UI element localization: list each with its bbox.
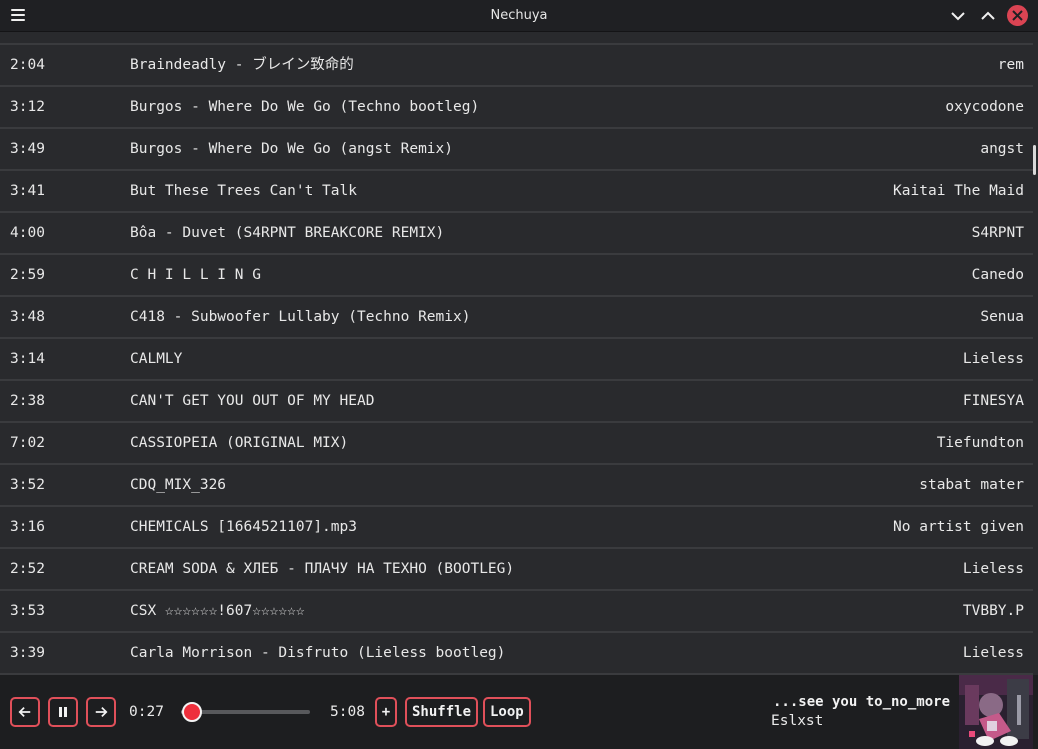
track-title: Burgos - Where Do We Go (Techno bootleg) [130,99,480,115]
track-duration: 7:02 [10,435,45,451]
track-artist: rem [997,57,1024,73]
track-duration: 3:39 [10,645,45,661]
pause-button[interactable] [48,697,78,727]
track-title: CAN'T GET YOU OUT OF MY HEAD [130,393,375,409]
track-artist: Lieless [962,561,1024,577]
track-artist: Lieless [962,351,1024,367]
track-artist: Senua [980,309,1024,325]
track-artist: oxycodone [945,99,1024,115]
window-title: Nechuya [490,8,548,23]
maximize-icon[interactable] [977,5,999,27]
now-playing-artist: Eslxst [771,713,824,729]
previous-icon [18,707,31,717]
loop-button[interactable]: Loop [483,697,531,727]
previous-button[interactable] [10,697,40,727]
track-row[interactable]: 4:00 Bôa - Duvet (S4RPNT BREAKCORE REMIX)… [0,213,1033,255]
track-row[interactable]: 3:16 CHEMICALS [1664521107].mp3 No artist … [0,507,1033,549]
now-playing-title: ...see you to_no_more [773,694,951,710]
total-time: 5:08 [330,704,365,720]
track-duration: 3:53 [10,603,45,619]
pause-icon [59,707,67,717]
track-row[interactable]: 3:52 CDQ_MIX_326 stabat mater [0,465,1033,507]
track-row[interactable]: 7:02 CASSIOPEIA (ORIGINAL MIX) Tiefundton [0,423,1033,465]
track-artist: Canedo [971,267,1024,283]
track-duration: 2:59 [10,267,45,283]
track-title: CALMLY [130,351,183,367]
add-button[interactable]: + [375,697,397,727]
track-title: Bôa - Duvet (S4RPNT BREAKCORE REMIX) [130,225,445,241]
track-row[interactable]: 3:12 Burgos - Where Do We Go (Techno boot… [0,87,1033,129]
track-duration: 3:16 [10,519,45,535]
track-artist: TVBBY.P [962,603,1024,619]
track-artist: No artist given [893,519,1024,535]
track-artist: Kaitai The Maid [893,183,1024,199]
track-list[interactable]: 2:04 Braindeadly - ブレイン致命的 rem 3:12 Burgos -… [0,32,1033,675]
close-icon[interactable] [1007,5,1028,26]
shuffle-button[interactable]: Shuffle [405,697,479,727]
player-bar: 0:27 5:08 + Shuffle Loop ...see you to_n… [0,675,1038,749]
track-row[interactable]: 2:52 CREAM SODA & ХЛЕБ - ПЛАЧУ НА ТЕХНО (… [0,549,1033,591]
track-title: Braindeadly - ブレイン致命的 [130,57,354,73]
track-row[interactable]: 2:59 C H I L L I N G Canedo [0,255,1033,297]
title-bar: Nechuya [0,0,1038,32]
seek-handle[interactable] [182,702,203,722]
track-title: C H I L L I N G [130,267,261,283]
scrollbar[interactable] [1033,145,1036,175]
track-duration: 3:49 [10,141,45,157]
track-title: But These Trees Can't Talk [130,183,357,199]
track-row[interactable]: 3:39 Carla Morrison - Disfruto (Lieless b… [0,633,1033,675]
track-row[interactable]: 2:04 Braindeadly - ブレイン致命的 rem [0,45,1033,87]
track-artist: Tiefundton [936,435,1024,451]
track-duration: 2:52 [10,561,45,577]
track-duration: 3:52 [10,477,45,493]
track-duration: 3:12 [10,99,45,115]
track-title: CREAM SODA & ХЛЕБ - ПЛАЧУ НА ТЕХНО (BOOT… [130,561,515,577]
track-artist: Lieless [962,645,1024,661]
album-cover [959,675,1033,749]
minimize-icon[interactable] [947,5,969,27]
track-title: CSX ☆☆☆☆☆☆!607☆☆☆☆☆☆ [130,603,305,619]
elapsed-time: 0:27 [129,704,164,720]
track-title: CASSIOPEIA (ORIGINAL MIX) [130,435,349,451]
track-artist: FINESYA [962,393,1024,409]
track-duration: 3:41 [10,183,45,199]
track-title: CDQ_MIX_326 [130,477,227,493]
track-row[interactable]: 3:14 CALMLY Lieless [0,339,1033,381]
track-row[interactable]: 2:38 CAN'T GET YOU OUT OF MY HEAD FINESYA [0,381,1033,423]
track-duration: 2:04 [10,57,45,73]
track-row[interactable]: 3:48 C418 - Subwoofer Lullaby (Techno Rem… [0,297,1033,339]
seek-slider[interactable] [181,702,310,722]
track-duration: 3:48 [10,309,45,325]
track-duration: 2:38 [10,393,45,409]
track-row[interactable]: 3:53 CSX ☆☆☆☆☆☆!607☆☆☆☆☆☆ TVBBY.P [0,591,1033,633]
track-title: Burgos - Where Do We Go (angst Remix) [130,141,454,157]
next-icon [95,707,108,717]
track-duration: 4:00 [10,225,45,241]
track-title: C418 - Subwoofer Lullaby (Techno Remix) [130,309,471,325]
track-row[interactable]: 3:41 But These Trees Can't Talk Kaitai The… [0,171,1033,213]
track-title: CHEMICALS [1664521107].mp3 [130,519,357,535]
next-button[interactable] [86,697,116,727]
track-row[interactable]: 3:49 Burgos - Where Do We Go (angst Remix… [0,129,1033,171]
track-duration: 3:14 [10,351,45,367]
list-divider [0,32,1033,45]
track-artist: stabat mater [919,477,1024,493]
track-artist: angst [980,141,1024,157]
track-artist: S4RPNT [971,225,1024,241]
track-title: Carla Morrison - Disfruto (Lieless bootl… [130,645,506,661]
